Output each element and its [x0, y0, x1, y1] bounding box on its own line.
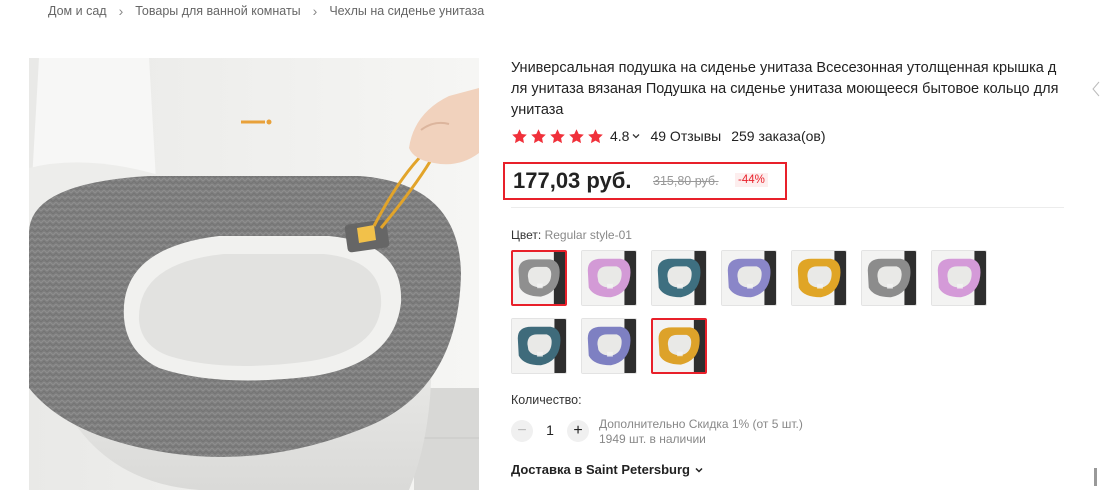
- chevron-down-icon: [695, 467, 703, 473]
- color-swatch-yellow-1[interactable]: [791, 250, 847, 306]
- side-panel-edge-icon: [1092, 81, 1100, 97]
- reviews-count[interactable]: 49 Отзывы: [650, 128, 721, 144]
- product-title: Универсальная подушка на сиденье унитаза…: [511, 60, 1059, 118]
- star-icon: [569, 128, 584, 143]
- chevron-down-icon[interactable]: [631, 131, 641, 141]
- divider: [511, 207, 1064, 208]
- star-icon: [550, 128, 565, 143]
- seat-cover-thumbnail: [513, 252, 565, 304]
- quantity-increase-button[interactable]: +: [567, 420, 589, 442]
- seat-cover-thumbnail: [932, 251, 986, 305]
- color-swatch-pink-2[interactable]: [931, 250, 987, 306]
- quantity-label: Количество:: [511, 393, 582, 407]
- color-swatch-gray-2[interactable]: [861, 250, 917, 306]
- chevron-right-icon: ›: [118, 3, 124, 19]
- breadcrumb: Дом и сад › Товары для ванной комнаты › …: [48, 2, 484, 20]
- breadcrumb-link-seat-covers[interactable]: Чехлы на сиденье унитаза: [329, 4, 484, 18]
- color-label-text: Цвет:: [511, 228, 542, 242]
- seat-cover-thumbnail: [652, 251, 706, 305]
- color-label: Цвет: Regular style-01: [511, 228, 632, 242]
- toilet-seat-cover-photo: [29, 58, 479, 490]
- product-main-image[interactable]: [29, 58, 479, 490]
- delivery-label: Доставка в Saint Petersburg: [511, 462, 690, 477]
- star-icon: [588, 128, 603, 143]
- color-swatch-teal-2[interactable]: [511, 318, 567, 374]
- bulk-discount-note: Дополнительно Скидка 1% (от 5 шт.): [599, 417, 803, 431]
- quantity-value[interactable]: 1: [540, 422, 560, 438]
- color-selected-value: Regular style-01: [544, 228, 632, 242]
- star-rating[interactable]: [511, 128, 604, 145]
- rating-value[interactable]: 4.8: [610, 128, 629, 144]
- old-price: 315,80 руб.: [653, 174, 719, 188]
- star-icon: [531, 128, 546, 143]
- star-icon: [512, 128, 527, 143]
- delivery-selector[interactable]: Доставка в Saint Petersburg: [511, 462, 704, 477]
- scrollbar-thumb[interactable]: [1094, 468, 1097, 486]
- seat-cover-thumbnail: [862, 251, 916, 305]
- price-box: 177,03 руб. 315,80 руб. -44%: [503, 162, 787, 200]
- seat-cover-thumbnail: [512, 319, 566, 373]
- discount-badge: -44%: [735, 173, 768, 187]
- breadcrumb-link-bathroom[interactable]: Товары для ванной комнаты: [135, 4, 300, 18]
- rating-row: 4.8 49 Отзывы 259 заказа(ов): [511, 126, 826, 146]
- breadcrumb-link-home-garden[interactable]: Дом и сад: [48, 4, 107, 18]
- seat-cover-thumbnail: [653, 320, 705, 372]
- quantity-decrease-button[interactable]: −: [511, 420, 533, 442]
- seat-cover-thumbnail: [582, 319, 636, 373]
- color-swatch-gray-1[interactable]: [511, 250, 567, 306]
- seat-cover-thumbnail: [582, 251, 636, 305]
- color-swatch-purple-1[interactable]: [721, 250, 777, 306]
- seat-cover-thumbnail: [722, 251, 776, 305]
- color-swatch-purple-2[interactable]: [581, 318, 637, 374]
- orders-count: 259 заказа(ов): [731, 128, 826, 144]
- current-price: 177,03 руб.: [513, 168, 632, 193]
- color-swatch-yellow-2[interactable]: [651, 318, 707, 374]
- seat-cover-thumbnail: [792, 251, 846, 305]
- chevron-right-icon: ›: [312, 3, 318, 19]
- color-swatch-pink-1[interactable]: [581, 250, 637, 306]
- color-swatch-teal-1[interactable]: [651, 250, 707, 306]
- stock-note: 1949 шт. в наличии: [599, 432, 706, 446]
